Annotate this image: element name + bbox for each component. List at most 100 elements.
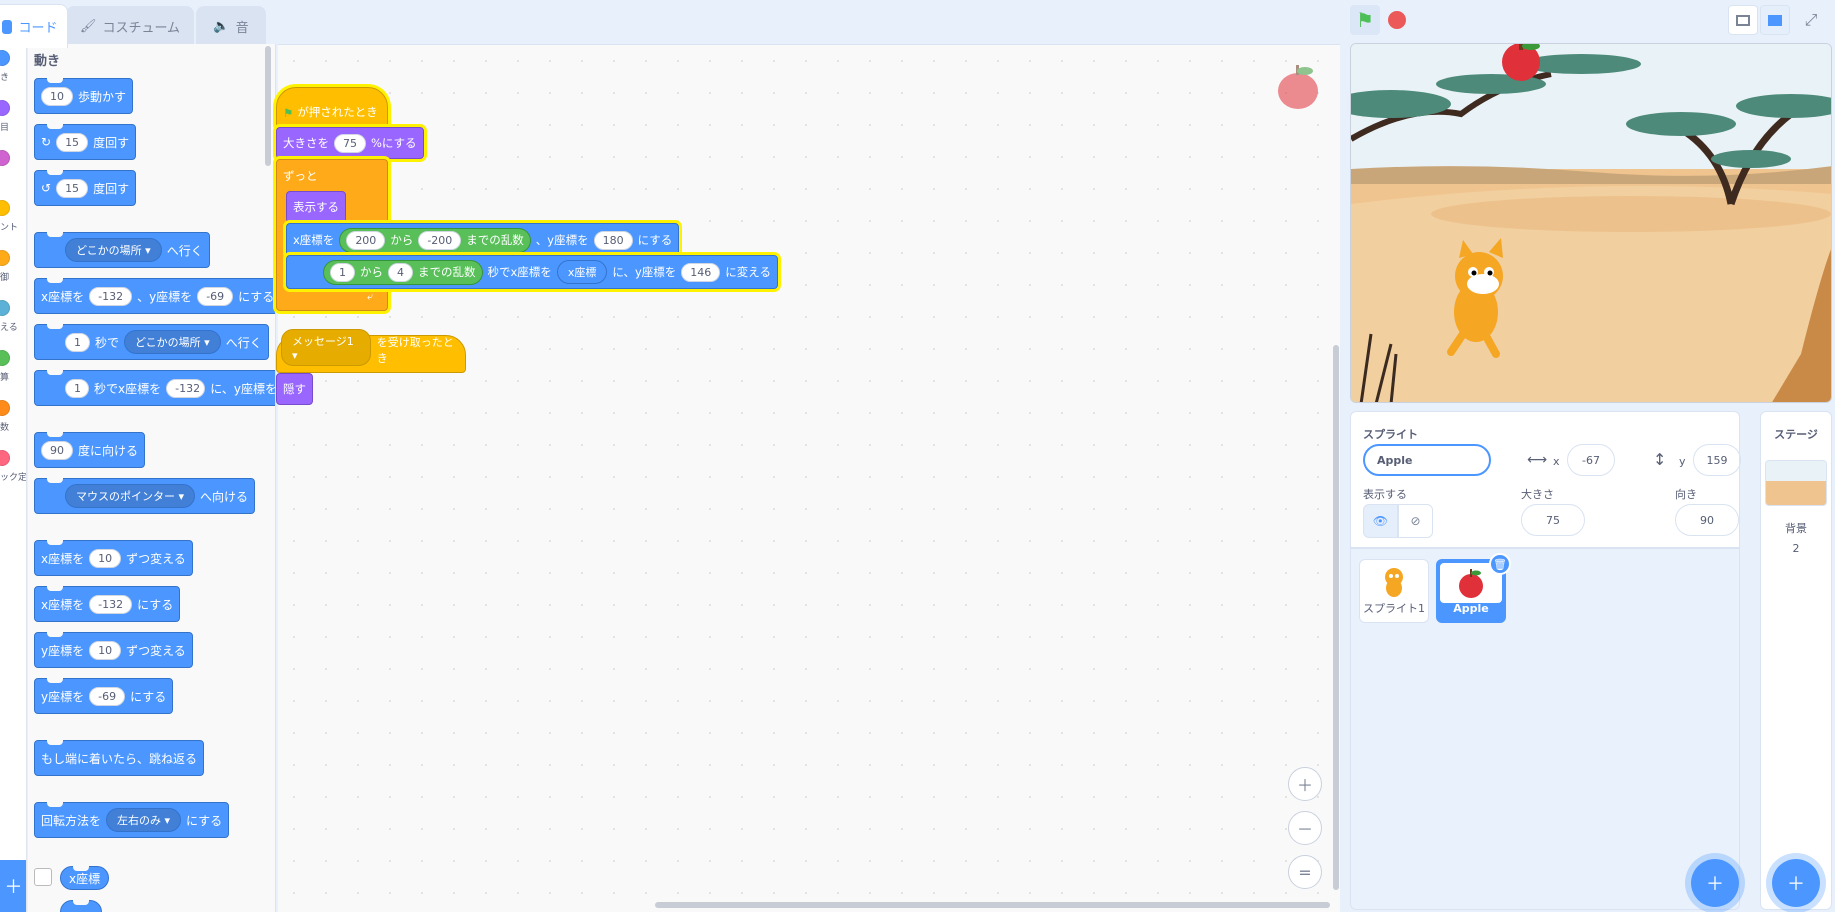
message-dropdown[interactable]: メッセージ1 ▾ xyxy=(281,329,371,366)
degrees-input[interactable]: 15 xyxy=(56,178,89,198)
seconds-input[interactable]: 1 xyxy=(65,378,89,398)
choose-backdrop-button[interactable]: ＋ xyxy=(1772,859,1820,907)
zoom-out-button[interactable]: － xyxy=(1288,811,1322,845)
y-input[interactable]: 146 xyxy=(681,262,721,282)
x-position-reporter[interactable]: x座標 xyxy=(60,866,110,890)
category-label[interactable]: ント xyxy=(0,220,26,233)
size-input[interactable]: 75 xyxy=(1521,504,1585,536)
delete-sprite-button[interactable]: 🗑 xyxy=(1489,553,1511,575)
set-x-block[interactable]: x座標を -132 にする xyxy=(34,586,181,622)
go-to-random-xy-block[interactable]: x座標を 200 から -200 までの乱数 、y座標を 180 にする xyxy=(286,223,680,257)
glide-block[interactable]: 1 秒で どこかの場所 ▾ へ行く xyxy=(34,324,269,360)
rotation-style-block[interactable]: 回転方法を 左右のみ ▾ にする xyxy=(34,802,230,838)
dx-input[interactable]: 10 xyxy=(89,548,122,568)
dy-input[interactable]: 10 xyxy=(89,640,122,660)
category-dot[interactable] xyxy=(0,300,10,316)
when-receive-hat[interactable]: メッセージ1 ▾ を受け取ったとき xyxy=(276,329,466,373)
set-size-block[interactable]: 大きさを 75 %にする xyxy=(276,127,424,159)
tab-code[interactable]: コード xyxy=(0,4,68,48)
seconds-input[interactable]: 1 xyxy=(65,332,90,352)
category-label[interactable]: き xyxy=(0,70,26,83)
category-label[interactable]: ック定 xyxy=(0,470,26,483)
y-input[interactable]: 180 xyxy=(593,230,633,250)
choose-sprite-button[interactable]: ＋ xyxy=(1691,859,1739,907)
tab-costume[interactable]: 🖌 コスチューム xyxy=(66,6,194,46)
y-input[interactable]: -69 xyxy=(89,686,126,706)
category-dot[interactable] xyxy=(0,100,10,116)
green-flag-button[interactable]: ⚑ xyxy=(1350,5,1380,35)
x-input[interactable]: -132 xyxy=(166,378,206,398)
category-dot[interactable] xyxy=(0,450,10,466)
random-to-input[interactable]: 4 xyxy=(388,262,413,282)
category-dot[interactable] xyxy=(0,350,10,366)
add-extension-button[interactable]: ＋ xyxy=(0,860,26,912)
small-stage-button[interactable] xyxy=(1728,5,1758,35)
zoom-in-button[interactable]: ＋ xyxy=(1288,767,1322,801)
goto-target-dropdown[interactable]: どこかの場所 ▾ xyxy=(65,238,162,262)
move-steps-block[interactable]: 10 歩動かす xyxy=(34,78,134,114)
goto-xy-block[interactable]: x座標を -132 、y座標を -69 にする xyxy=(34,278,275,314)
direction-input[interactable]: 90 xyxy=(1675,504,1739,536)
random-to-input[interactable]: -200 xyxy=(418,230,462,250)
point-direction-block[interactable]: 90 度に向ける xyxy=(34,432,146,468)
category-label[interactable]: 目 xyxy=(0,120,26,133)
script-workspace[interactable]: ⚑ が押されたとき 大きさを 75 %にする ずっと ⤶ 表示する x座標を 200 か… xyxy=(276,44,1340,912)
show-hidden-button[interactable]: ⊘ xyxy=(1398,504,1433,538)
sprite-tile[interactable]: スプライト1 xyxy=(1359,559,1429,623)
hide-block[interactable]: 隠す xyxy=(276,373,313,405)
point-towards-block[interactable]: マウスのポインター ▾ へ向ける xyxy=(34,478,256,514)
bounce-block[interactable]: もし端に着いたら、跳ね返る xyxy=(34,740,205,776)
size-input[interactable]: 75 xyxy=(334,133,366,153)
large-stage-button[interactable] xyxy=(1760,5,1790,35)
category-label[interactable]: 御 xyxy=(0,270,26,283)
workspace-horizontal-scrollbar[interactable] xyxy=(655,902,1330,908)
zoom-reset-button[interactable]: = xyxy=(1288,855,1322,889)
pick-random-reporter[interactable]: 200 から -200 までの乱数 xyxy=(339,227,531,253)
point-target-dropdown[interactable]: マウスのポインター ▾ xyxy=(65,484,196,508)
stage-thumbnail[interactable] xyxy=(1765,460,1827,506)
set-y-block[interactable]: y座標を -69 にする xyxy=(34,678,174,714)
pick-random-reporter[interactable]: 1 から 4 までの乱数 xyxy=(323,259,483,285)
turn-left-block[interactable]: ↺ 15 度回す xyxy=(34,170,137,206)
x-input[interactable]: -132 xyxy=(89,594,133,614)
random-from-input[interactable]: 1 xyxy=(330,262,355,282)
change-y-block[interactable]: y座標を 10 ずつ変える xyxy=(34,632,193,668)
category-dot[interactable] xyxy=(0,400,10,416)
y-position-input[interactable]: 159 xyxy=(1693,444,1741,476)
category-label[interactable]: 算 xyxy=(0,370,26,383)
rotation-style-dropdown[interactable]: 左右のみ ▾ xyxy=(106,808,182,832)
show-visible-button[interactable]: 👁 xyxy=(1363,504,1398,538)
tab-sound[interactable]: 🔈 音 xyxy=(196,6,266,46)
sprite-name-input[interactable]: Apple xyxy=(1363,444,1491,476)
y-input[interactable]: -69 xyxy=(197,286,234,306)
show-block[interactable]: 表示する xyxy=(286,191,346,223)
x-input[interactable]: -132 xyxy=(89,286,133,306)
random-from-input[interactable]: 200 xyxy=(346,230,386,250)
fullscreen-button[interactable]: ⤢ xyxy=(1796,5,1826,35)
turn-right-block[interactable]: ↻ 15 度回す xyxy=(34,124,137,160)
x-position-reporter[interactable]: x座標 xyxy=(556,260,608,284)
degrees-input[interactable]: 15 xyxy=(56,132,89,152)
y-position-reporter[interactable] xyxy=(60,900,102,912)
category-dot[interactable] xyxy=(0,50,10,66)
glide-target-dropdown[interactable]: どこかの場所 ▾ xyxy=(124,330,221,354)
when-flag-clicked-hat[interactable]: ⚑ が押されたとき xyxy=(276,87,388,129)
glide-xy-block[interactable]: 1 秒でx座標を -132 に、y座標を xyxy=(34,370,275,406)
glide-random-block[interactable]: 1 から 4 までの乱数 秒でx座標を x座標 に、y座標を 146 に変える xyxy=(286,255,778,289)
direction-input[interactable]: 90 xyxy=(41,440,73,460)
category-dot[interactable] xyxy=(0,200,10,216)
steps-input[interactable]: 10 xyxy=(41,86,73,106)
block-text: 秒でx座標を xyxy=(487,265,552,279)
stop-button[interactable] xyxy=(1382,5,1412,35)
change-x-block[interactable]: x座標を 10 ずつ変える xyxy=(34,540,193,576)
goto-block[interactable]: どこかの場所 ▾ へ行く xyxy=(34,232,210,268)
category-label[interactable]: 数 xyxy=(0,420,26,433)
x-position-input[interactable]: -67 xyxy=(1567,444,1615,476)
category-dot[interactable] xyxy=(0,250,10,266)
category-label[interactable]: える xyxy=(0,320,26,333)
palette-scrollbar[interactable] xyxy=(265,46,271,166)
stage-canvas[interactable] xyxy=(1350,43,1832,403)
workspace-vertical-scrollbar[interactable] xyxy=(1333,345,1339,890)
category-dot[interactable] xyxy=(0,150,10,166)
x-position-checkbox[interactable] xyxy=(34,868,52,886)
